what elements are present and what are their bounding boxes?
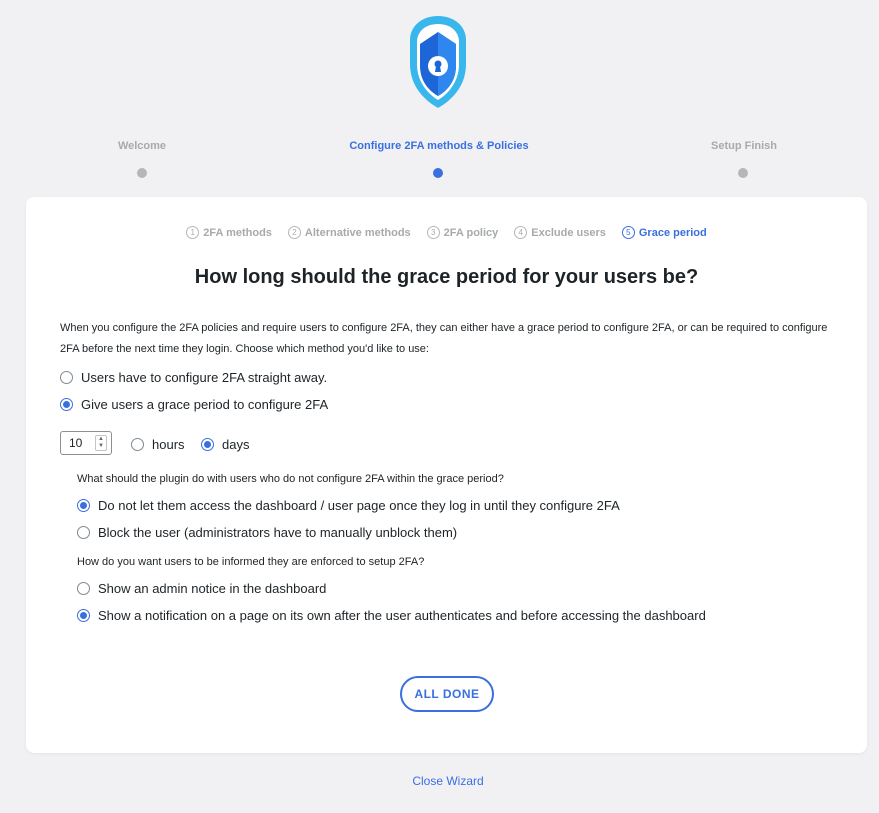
page-title: How long should the grace period for you… bbox=[194, 266, 699, 288]
substep-2fa-policy[interactable]: 3 2FA policy bbox=[426, 226, 499, 239]
step-finish: Setup Finish bbox=[699, 140, 789, 178]
substep-number: 5 bbox=[621, 226, 635, 239]
radio-block-dashboard[interactable]: Do not let them access the dashboard / u… bbox=[77, 498, 620, 513]
radio-label: Give users a grace period to configure 2… bbox=[81, 397, 329, 412]
grace-period-value: 10 bbox=[69, 436, 83, 450]
substep-label: Alternative methods bbox=[304, 226, 411, 239]
radio-label: Block the user (administrators have to m… bbox=[98, 525, 458, 540]
substep-exclude-users[interactable]: 4 Exclude users bbox=[514, 226, 606, 239]
radio-button[interactable] bbox=[77, 582, 90, 595]
step-configure: Configure 2FA methods & Policies bbox=[339, 140, 539, 178]
notify-question: How do you want users to be informed the… bbox=[77, 556, 425, 568]
all-done-button[interactable]: ALL DONE bbox=[400, 676, 494, 712]
substep-2fa-methods[interactable]: 1 2FA methods bbox=[186, 226, 272, 239]
wizard-steps: Welcome Configure 2FA methods & Policies… bbox=[0, 140, 879, 190]
substep-number: 4 bbox=[514, 226, 528, 239]
step-welcome: Welcome bbox=[101, 140, 183, 178]
step-dot bbox=[738, 168, 748, 178]
step-label: Setup Finish bbox=[711, 140, 777, 152]
substep-number: 3 bbox=[426, 226, 440, 239]
grace-period-number-input[interactable]: 10 ▲ ▼ bbox=[60, 431, 112, 455]
close-wizard-link[interactable]: Close Wizard bbox=[0, 774, 879, 788]
step-dot bbox=[433, 168, 443, 178]
substep-label: 2FA methods bbox=[203, 226, 272, 239]
step-label: Welcome bbox=[117, 140, 167, 152]
radio-button[interactable] bbox=[201, 438, 214, 451]
radio-button[interactable] bbox=[77, 609, 90, 622]
radio-button[interactable] bbox=[60, 371, 73, 384]
substep-label: 2FA policy bbox=[443, 226, 499, 239]
radio-block-user[interactable]: Block the user (administrators have to m… bbox=[77, 525, 457, 540]
radio-label: Users have to configure 2FA straight awa… bbox=[81, 370, 328, 385]
radio-label: Show an admin notice in the dashboard bbox=[98, 581, 327, 596]
step-label: Configure 2FA methods & Policies bbox=[349, 140, 529, 152]
substep-label: Grace period bbox=[638, 226, 707, 239]
substep-label: Exclude users bbox=[531, 226, 606, 239]
radio-notification-page[interactable]: Show a notification on a page on its own… bbox=[77, 608, 706, 623]
shield-lock-icon bbox=[402, 14, 474, 110]
substep-alternative-methods[interactable]: 2 Alternative methods bbox=[287, 226, 411, 239]
expire-question: What should the plugin do with users who… bbox=[77, 473, 504, 485]
substep-nav: 1 2FA methods 2 Alternative methods 3 2F… bbox=[26, 226, 867, 239]
intro-text: When you configure the 2FA policies and … bbox=[60, 322, 828, 355]
radio-button[interactable] bbox=[60, 398, 73, 411]
spinner-arrows-icon[interactable]: ▲ ▼ bbox=[95, 435, 107, 451]
radio-button[interactable] bbox=[77, 526, 90, 539]
radio-label: hours bbox=[152, 437, 185, 452]
radio-label: Show a notification on a page on its own… bbox=[98, 608, 706, 623]
wizard-card: 1 2FA methods 2 Alternative methods 3 2F… bbox=[26, 197, 867, 753]
radio-button[interactable] bbox=[77, 499, 90, 512]
substep-number: 2 bbox=[287, 226, 301, 239]
radio-days[interactable]: days bbox=[201, 437, 249, 452]
step-dot bbox=[137, 168, 147, 178]
radio-admin-notice[interactable]: Show an admin notice in the dashboard bbox=[77, 581, 326, 596]
substep-grace-period[interactable]: 5 Grace period bbox=[621, 226, 707, 239]
radio-button[interactable] bbox=[131, 438, 144, 451]
radio-label: Do not let them access the dashboard / u… bbox=[98, 498, 620, 513]
substep-number: 1 bbox=[186, 226, 200, 239]
radio-straight-away[interactable]: Users have to configure 2FA straight awa… bbox=[60, 370, 327, 385]
radio-grace-period[interactable]: Give users a grace period to configure 2… bbox=[60, 397, 328, 412]
radio-hours[interactable]: hours bbox=[131, 437, 185, 452]
radio-label: days bbox=[222, 437, 250, 452]
